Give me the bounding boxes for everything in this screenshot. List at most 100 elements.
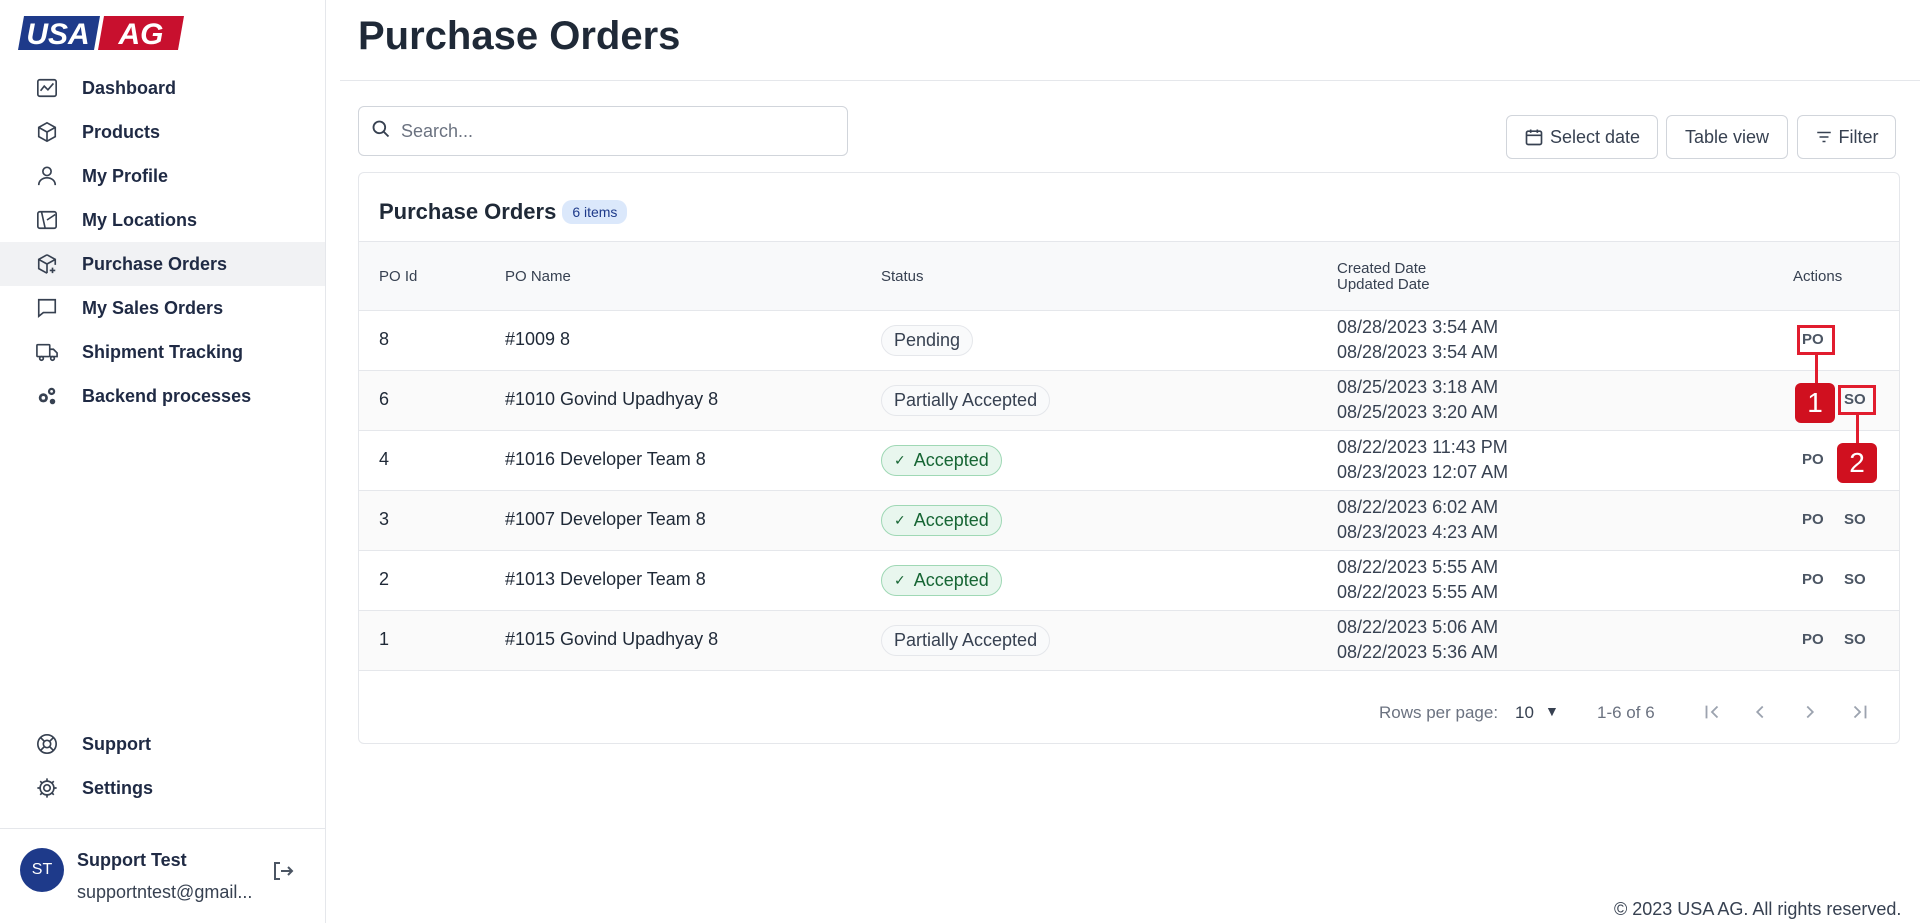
previous-page-icon[interactable] [1747, 699, 1773, 725]
sidebar-item-label: Support [82, 733, 151, 754]
column-header-status[interactable]: Status [881, 268, 924, 285]
sidebar-item-label: My Profile [82, 165, 169, 186]
po-name: #1016 Developer Team 8 [505, 449, 706, 469]
po-action-button[interactable]: PO [1802, 511, 1824, 528]
status-text: Partially Accepted [894, 390, 1038, 410]
table-row[interactable]: 3 #1007 Developer Team 8 ✓ Accepted 08/22… [359, 491, 1899, 551]
filter-label: Filter [1838, 126, 1879, 147]
sidebar-item-my-locations[interactable]: My Locations [0, 198, 325, 242]
table-row[interactable]: 8 #1009 8 Pending 08/28/2023 3:54 AM 08/2… [359, 311, 1899, 371]
pagination-range: 1-6 of 6 [1597, 703, 1655, 722]
table-row[interactable]: 4 #1016 Developer Team 8 ✓ Accepted 08/22… [359, 431, 1899, 491]
sidebar-item-my-profile[interactable]: My Profile [0, 154, 325, 198]
po-name: #1007 Developer Team 8 [505, 509, 706, 529]
po-id: 1 [379, 629, 390, 649]
table-row[interactable]: 6 #1010 Govind Upadhyay 8 Partially Acce… [359, 371, 1899, 431]
updated-date: 08/23/2023 12:07 AM [1337, 462, 1509, 482]
date-cell: 08/22/2023 6:02 AM 08/23/2023 4:23 AM [1337, 495, 1498, 545]
po-id: 4 [379, 449, 390, 469]
sidebar-item-dashboard[interactable]: Dashboard [0, 66, 325, 110]
sidebar-item-label: Backend processes [82, 385, 252, 406]
po-action-button[interactable]: PO [1802, 571, 1824, 588]
status-badge: Partially Accepted [881, 625, 1051, 656]
card-title: Purchase Orders 6 items [379, 199, 628, 225]
logout-icon[interactable] [270, 858, 296, 884]
sidebar-bottom-nav: Support Settings [0, 722, 325, 810]
status-text: Accepted [913, 450, 989, 470]
annotation-marker-2: 2 [1837, 443, 1877, 483]
user-name: Support Test [77, 850, 187, 870]
sidebar-item-purchase-orders[interactable]: Purchase Orders [0, 242, 325, 286]
box-icon [34, 119, 60, 145]
map-icon [34, 207, 60, 233]
sidebar-item-shipment-tracking[interactable]: Shipment Tracking [0, 330, 325, 374]
po-name: #1010 Govind Upadhyay 8 [505, 389, 719, 409]
so-action-button[interactable]: SO [1844, 571, 1866, 588]
updated-date: 08/28/2023 3:54 AM [1337, 342, 1499, 362]
sidebar-item-settings[interactable]: Settings [0, 766, 325, 810]
gear-icon [34, 775, 60, 801]
next-page-icon[interactable] [1797, 699, 1823, 725]
sidebar-item-label: My Sales Orders [82, 297, 224, 318]
sidebar-item-backend-processes[interactable]: Backend processes [0, 374, 325, 418]
user-email: supportntest@gmail... [77, 882, 253, 902]
lifebuoy-icon [34, 731, 60, 757]
sidebar-item-products[interactable]: Products [0, 110, 325, 154]
date-cell: 08/25/2023 3:18 AM 08/25/2023 3:20 AM [1337, 375, 1498, 425]
table-row[interactable]: 1 #1015 Govind Upadhyay 8 Partially Acce… [359, 611, 1899, 671]
filter-icon [1815, 128, 1833, 146]
table-view-button[interactable]: Table view [1666, 115, 1788, 159]
sidebar-item-my-sales-orders[interactable]: My Sales Orders [0, 286, 325, 330]
box-add-icon [34, 251, 60, 277]
po-name: #1015 Govind Upadhyay 8 [505, 629, 719, 649]
sidebar-nav: Dashboard Products My Profile My Locatio… [0, 66, 325, 418]
created-date: 08/22/2023 6:02 AM [1337, 497, 1499, 517]
purchase-orders-card: Purchase Orders 6 items PO Id PO Name St… [358, 172, 1900, 744]
chart-icon [34, 75, 60, 101]
table-row[interactable]: 2 #1013 Developer Team 8 ✓ Accepted 08/22… [359, 551, 1899, 611]
column-header-po-name[interactable]: PO Name [505, 268, 571, 285]
date-cell: 08/28/2023 3:54 AM 08/28/2023 3:54 AM [1337, 315, 1498, 365]
sidebar-item-label: Dashboard [82, 77, 177, 98]
chevron-down-icon[interactable]: ▼ [1545, 703, 1559, 719]
truck-icon [34, 339, 60, 365]
first-page-icon[interactable] [1699, 699, 1725, 725]
created-date: 08/22/2023 11:43 PM [1337, 437, 1508, 457]
sidebar: USA AG Dashboard Products My Profile My … [0, 0, 326, 923]
created-date: 08/25/2023 3:18 AM [1337, 377, 1499, 397]
usa-ag-logo[interactable]: USA AG [18, 14, 184, 52]
column-header-po-id[interactable]: PO Id [379, 268, 417, 285]
last-page-icon[interactable] [1847, 699, 1873, 725]
status-badge: Partially Accepted [881, 385, 1051, 416]
rows-per-page-select[interactable]: 10 [1515, 703, 1534, 723]
chat-icon [34, 295, 60, 321]
updated-date: 08/25/2023 3:20 AM [1337, 402, 1499, 422]
sidebar-item-support[interactable]: Support [0, 722, 325, 766]
column-header-created-date[interactable]: Created Date [1337, 260, 1426, 277]
so-action-button[interactable]: SO [1844, 631, 1866, 648]
gears-icon [34, 383, 60, 409]
so-action-button[interactable]: SO [1844, 511, 1866, 528]
status-text: Pending [894, 330, 961, 350]
search-box[interactable] [358, 106, 848, 156]
po-action-button[interactable]: PO [1802, 451, 1824, 468]
filter-button[interactable]: Filter [1797, 115, 1896, 159]
select-date-button[interactable]: Select date [1506, 115, 1658, 159]
status-text: Accepted [913, 570, 989, 590]
user-panel: ST Support Test supportntest@gmail... [20, 848, 320, 908]
po-action-button[interactable]: PO [1802, 631, 1824, 648]
search-icon [371, 119, 391, 144]
check-icon: ✓ [894, 572, 906, 588]
table-view-label: Table view [1684, 126, 1770, 147]
column-header-updated-date[interactable]: Updated Date [1337, 276, 1430, 293]
search-input[interactable] [401, 120, 821, 142]
status-text: Partially Accepted [894, 630, 1038, 650]
check-icon: ✓ [894, 452, 906, 468]
svg-text:AG: AG [118, 18, 164, 51]
card-title-text: Purchase Orders [379, 199, 557, 224]
avatar[interactable]: ST [20, 848, 64, 892]
table-header: PO Id PO Name Status Created Date Update… [359, 241, 1899, 311]
sidebar-item-label: Purchase Orders [82, 253, 228, 274]
updated-date: 08/22/2023 5:36 AM [1337, 642, 1499, 662]
created-date: 08/22/2023 5:06 AM [1337, 617, 1499, 637]
